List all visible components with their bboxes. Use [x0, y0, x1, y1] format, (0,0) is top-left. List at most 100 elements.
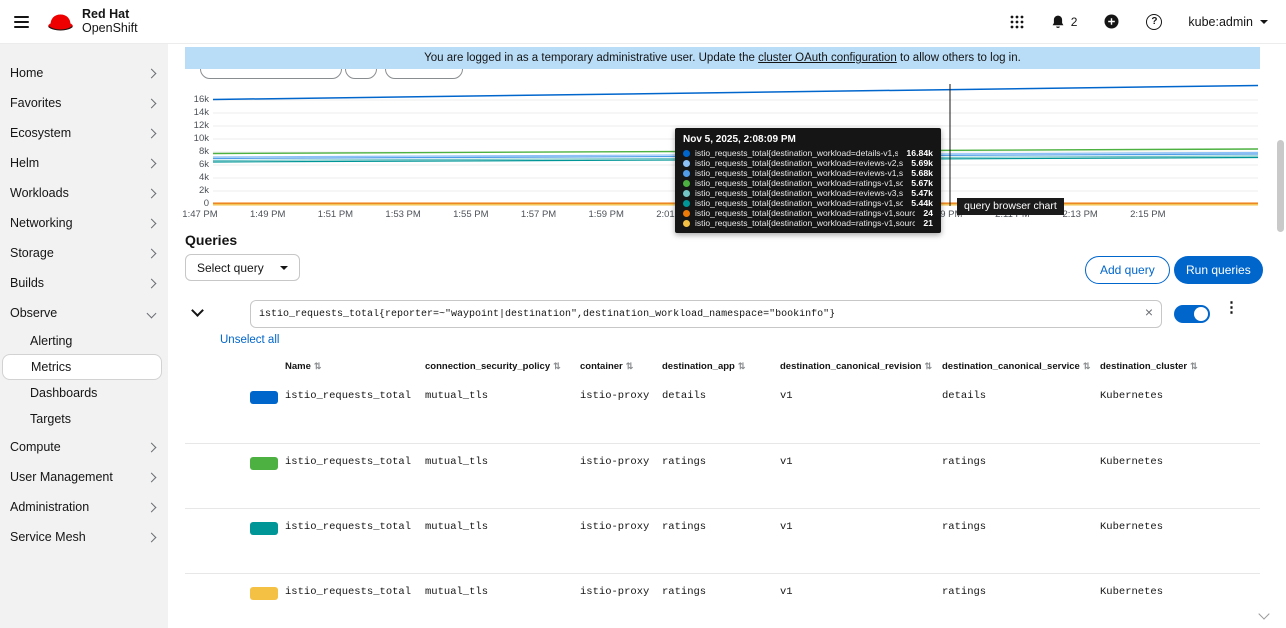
sort-icon[interactable]: ⇅: [738, 361, 746, 372]
table-cell: istio_requests_total: [285, 586, 412, 598]
nav-label: Metrics: [31, 360, 72, 374]
table-cell: Kubernetes: [1100, 390, 1164, 402]
sidebar-item-home[interactable]: Home: [0, 58, 168, 88]
sidebar-item-targets[interactable]: Targets: [0, 406, 168, 432]
column-header-destination-cluster[interactable]: destination_cluster ⇅: [1100, 361, 1260, 372]
series-value: 21: [923, 218, 933, 228]
series-color-dot: [683, 219, 690, 227]
column-header-destination-app[interactable]: destination_app ⇅: [662, 361, 780, 372]
query-expand-caret[interactable]: [191, 304, 204, 317]
series-color-dot: [683, 199, 690, 207]
queries-heading: Queries: [185, 232, 238, 248]
column-header-destination-canonical-revision[interactable]: destination_canonical_revision ⇅: [780, 361, 942, 372]
sort-icon[interactable]: ⇅: [925, 361, 933, 372]
column-header-connection-security-policy[interactable]: connection_security_policy ⇅: [425, 361, 580, 372]
series-color-dot: [683, 159, 690, 167]
sidebar-item-workloads[interactable]: Workloads: [0, 178, 168, 208]
table-cell: istio-proxy: [580, 521, 650, 533]
nav-toggle-button[interactable]: [10, 9, 33, 35]
table-row: istio_requests_total mutual_tls istio-pr…: [185, 378, 1260, 443]
sidebar-item-user-management[interactable]: User Management: [0, 462, 168, 492]
column-header-destination-canonical-service[interactable]: destination_canonical_service ⇅: [942, 361, 1100, 372]
quick-create-icon[interactable]: [1103, 13, 1120, 30]
series-value: 5.67k: [911, 178, 933, 188]
sort-icon[interactable]: ⇅: [626, 361, 634, 372]
table-cell: ratings: [662, 521, 707, 533]
sidebar-item-service-mesh[interactable]: Service Mesh: [0, 522, 168, 552]
sort-icon[interactable]: ⇅: [314, 361, 322, 372]
query-kebab-menu[interactable]: ⋮: [1224, 300, 1239, 315]
table-row: istio_requests_total mutual_tls istio-pr…: [185, 508, 1260, 573]
sidebar-item-administration[interactable]: Administration: [0, 492, 168, 522]
table-cell: ratings: [942, 586, 987, 598]
tooltip-series-row: istio_requests_total{destination_workloa…: [683, 148, 933, 158]
sidebar-item-ecosystem[interactable]: Ecosystem: [0, 118, 168, 148]
chevron-right-icon: [146, 188, 157, 198]
brand-logo[interactable]: Red Hat OpenShift: [47, 7, 138, 36]
help-icon[interactable]: ?: [1146, 13, 1163, 30]
scrollbar[interactable]: [1276, 44, 1285, 628]
nav-label: Observe: [10, 306, 58, 320]
sidebar-item-alerting[interactable]: Alerting: [0, 328, 168, 354]
sidebar-item-metrics[interactable]: Metrics: [2, 354, 162, 380]
scrollbar-thumb[interactable]: [1277, 140, 1284, 232]
nav-label: Home: [10, 66, 44, 80]
column-header-container[interactable]: container ⇅: [580, 361, 662, 372]
series-label: istio_requests_total{destination_workloa…: [695, 208, 916, 218]
series-value: 24: [923, 208, 933, 218]
banner-text-before: You are logged in as a temporary adminis…: [424, 52, 759, 64]
user-menu[interactable]: kube:admin: [1188, 15, 1268, 29]
nav-label: Ecosystem: [10, 126, 72, 140]
chevron-down-icon[interactable]: [1258, 608, 1270, 620]
unselect-all-link[interactable]: Unselect all: [220, 334, 279, 346]
sort-icon[interactable]: ⇅: [1083, 361, 1091, 372]
table-header-row: Name ⇅ connection_security_policy ⇅ contai…: [185, 354, 1260, 378]
tooltip-series-row: istio_requests_total{destination_workloa…: [683, 168, 933, 178]
nav-label: Service Mesh: [10, 530, 86, 544]
chevron-right-icon: [146, 248, 157, 258]
series-value: 5.44k: [911, 198, 933, 208]
run-queries-button[interactable]: Run queries: [1174, 256, 1263, 284]
x-tick-label: 1:57 PM: [520, 209, 557, 220]
series-value: 5.68k: [911, 168, 933, 178]
series-color-dot: [683, 189, 690, 197]
sidebar-item-dashboards[interactable]: Dashboards: [0, 380, 168, 406]
oauth-config-link[interactable]: cluster OAuth configuration: [758, 52, 897, 64]
toggle-knob: [1194, 307, 1208, 321]
chevron-down-icon: [279, 265, 288, 270]
query-enabled-toggle[interactable]: [1174, 305, 1210, 323]
nav-label: Compute: [10, 440, 61, 454]
bell-icon: [1052, 15, 1064, 28]
table-cell: v1: [780, 521, 793, 533]
notifications-button[interactable]: 2: [1050, 14, 1077, 30]
x-tick-label: 1:53 PM: [385, 209, 421, 220]
sidebar-item-builds[interactable]: Builds: [0, 268, 168, 298]
query-browser-chart[interactable]: 16k 14k 12k 10k 8k 6k 4k 2k 0 1:47 PM 1:…: [182, 78, 1260, 233]
sidebar-item-networking[interactable]: Networking: [0, 208, 168, 238]
add-query-button[interactable]: Add query: [1085, 256, 1170, 284]
sort-icon[interactable]: ⇅: [553, 361, 561, 372]
sidebar-nav: Home Favorites Ecosystem Helm Workloads …: [0, 44, 168, 628]
sidebar-item-storage[interactable]: Storage: [0, 238, 168, 268]
sidebar-item-compute[interactable]: Compute: [0, 432, 168, 462]
column-header-name[interactable]: Name ⇅: [285, 361, 425, 372]
nav-label: Builds: [10, 276, 45, 290]
series-value: 5.47k: [911, 188, 933, 198]
app-launcher-icon[interactable]: [1010, 15, 1024, 29]
nav-label: User Management: [10, 470, 113, 484]
table-row: istio_requests_total mutual_tls istio-pr…: [185, 443, 1260, 508]
table-cell: mutual_tls: [425, 456, 489, 468]
tooltip-series-row: istio_requests_total{destination_workloa…: [683, 218, 933, 228]
sidebar-item-observe[interactable]: Observe: [0, 298, 168, 328]
series-color-dot: [683, 209, 690, 217]
sidebar-item-helm[interactable]: Helm: [0, 148, 168, 178]
clear-query-icon[interactable]: ×: [1145, 304, 1153, 320]
series-color-dot: [683, 179, 690, 187]
sort-icon[interactable]: ⇅: [1190, 361, 1198, 372]
series-label: istio_requests_total{destination_workloa…: [695, 188, 904, 198]
query-input[interactable]: [250, 300, 1162, 328]
series-color-swatch: [250, 587, 278, 600]
chevron-right-icon: [146, 98, 157, 108]
select-query-dropdown[interactable]: Select query: [185, 254, 300, 281]
sidebar-item-favorites[interactable]: Favorites: [0, 88, 168, 118]
